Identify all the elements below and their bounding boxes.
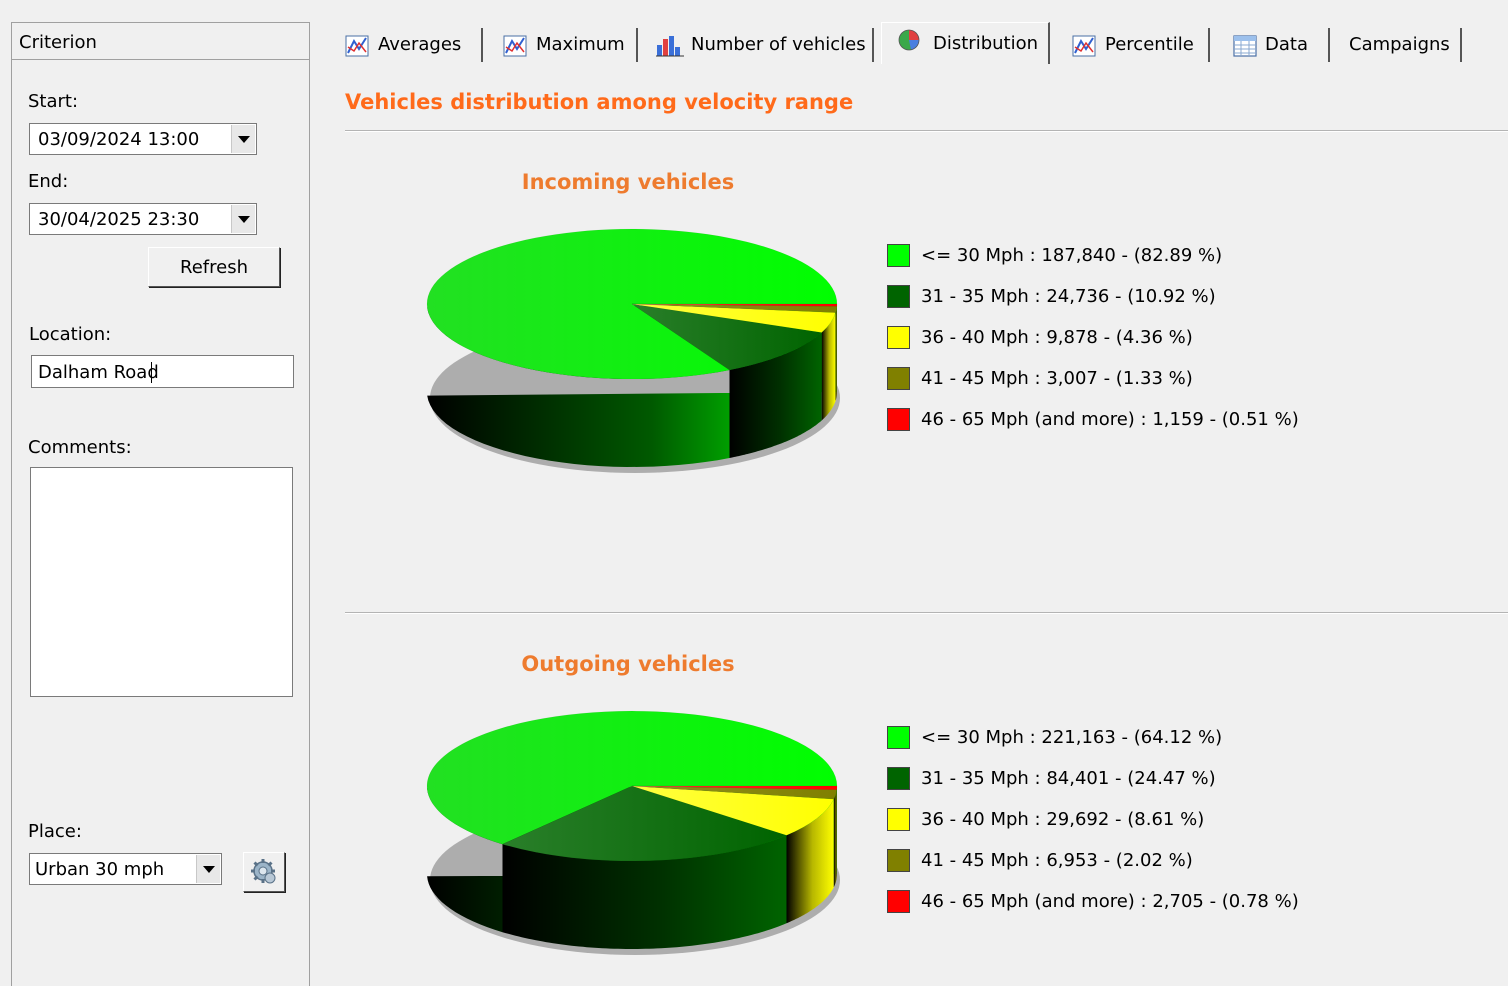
legend-label: 41 - 45 Mph : 6,953 - (2.02 %) [921, 850, 1193, 871]
refresh-button[interactable]: Refresh [148, 247, 280, 287]
pie-slice-side [835, 306, 837, 401]
tab-label: Campaigns [1349, 34, 1450, 55]
legend-label: 46 - 65 Mph (and more) : 1,159 - (0.51 %… [921, 409, 1299, 430]
tab-label: Percentile [1105, 34, 1194, 55]
tab-label: Averages [378, 34, 462, 55]
start-date-value: 03/09/2024 13:00 [38, 129, 200, 150]
criterion-panel: Criterion Start: 03/09/2024 13:00 End: 3… [11, 22, 310, 986]
tab-label: Number of vehicles [691, 34, 866, 55]
legend-label: <= 30 Mph : 187,840 - (82.89 %) [921, 245, 1223, 266]
location-input[interactable]: Dalham Road [31, 355, 294, 388]
legend-swatch [887, 326, 910, 349]
legend-swatch [887, 808, 910, 831]
legend-label: 36 - 40 Mph : 29,692 - (8.61 %) [921, 809, 1205, 830]
comments-label: Comments: [28, 437, 132, 458]
start-date-picker[interactable]: 03/09/2024 13:00 [29, 123, 257, 155]
tab-label: Data [1265, 34, 1308, 55]
tab-campaigns[interactable]: Campaigns [1338, 28, 1462, 62]
legend-swatch [887, 244, 910, 267]
tab-distribution[interactable]: Distribution [881, 22, 1050, 64]
line-chart-icon [503, 35, 527, 57]
pie-chart-icon [898, 29, 920, 51]
place-select[interactable]: Urban 30 mph [29, 853, 222, 885]
gear-icon [251, 859, 276, 884]
legend-label: 31 - 35 Mph : 84,401 - (24.47 %) [921, 768, 1216, 789]
legend-swatch [887, 408, 910, 431]
bar-chart-icon [656, 36, 684, 57]
chevron-down-icon[interactable] [231, 125, 255, 153]
tab-percentile[interactable]: Percentile [1058, 28, 1210, 62]
incoming-chart-title: Incoming vehicles [521, 170, 735, 194]
comments-textarea[interactable] [30, 467, 293, 697]
divider [345, 612, 1508, 614]
start-label: Start: [28, 91, 79, 112]
chevron-down-icon[interactable] [231, 205, 255, 233]
location-label: Location: [29, 324, 112, 345]
legend-label: 31 - 35 Mph : 24,736 - (10.92 %) [921, 286, 1216, 307]
legend-label: 41 - 45 Mph : 3,007 - (1.33 %) [921, 368, 1193, 389]
tab-maximum[interactable]: Maximum [491, 28, 638, 62]
legend-label: 36 - 40 Mph : 9,878 - (4.36 %) [921, 327, 1193, 348]
line-chart-icon [345, 35, 369, 57]
place-settings-button[interactable] [243, 852, 285, 892]
end-date-value: 30/04/2025 23:30 [38, 209, 200, 230]
incoming-pie-chart [426, 228, 840, 473]
legend-swatch [887, 367, 910, 390]
end-label: End: [28, 171, 69, 192]
location-value: Dalham Road [38, 362, 159, 383]
legend-label: 46 - 65 Mph (and more) : 2,705 - (0.78 %… [921, 891, 1299, 912]
divider [345, 130, 1508, 132]
place-label: Place: [28, 821, 82, 842]
line-chart-icon [1072, 35, 1096, 57]
tab-bar: Averages Maximum Number of vehicles Dist… [325, 22, 1508, 64]
tab-data[interactable]: Data [1218, 28, 1330, 62]
text-caret [151, 362, 152, 383]
tab-label: Distribution [933, 33, 1039, 54]
legend-swatch [887, 285, 910, 308]
legend-swatch [887, 849, 910, 872]
criterion-header: Criterion [12, 22, 309, 60]
pie-slice-side [833, 789, 837, 888]
tab-label: Maximum [536, 34, 625, 55]
legend-swatch [887, 726, 910, 749]
tab-averages[interactable]: Averages [333, 28, 483, 62]
distribution-panel: Vehicles distribution among velocity ran… [322, 64, 1508, 986]
place-value: Urban 30 mph [35, 859, 165, 880]
table-icon [1233, 35, 1257, 57]
outgoing-pie-chart [426, 710, 840, 955]
legend-label: <= 30 Mph : 221,163 - (64.12 %) [921, 727, 1223, 748]
page-title: Vehicles distribution among velocity ran… [345, 90, 854, 114]
end-date-picker[interactable]: 30/04/2025 23:30 [29, 203, 257, 235]
legend-swatch [887, 767, 910, 790]
legend-swatch [887, 890, 910, 913]
outgoing-chart-title: Outgoing vehicles [521, 652, 735, 676]
chevron-down-icon[interactable] [196, 855, 220, 883]
tab-number-of-vehicles[interactable]: Number of vehicles [646, 28, 874, 62]
